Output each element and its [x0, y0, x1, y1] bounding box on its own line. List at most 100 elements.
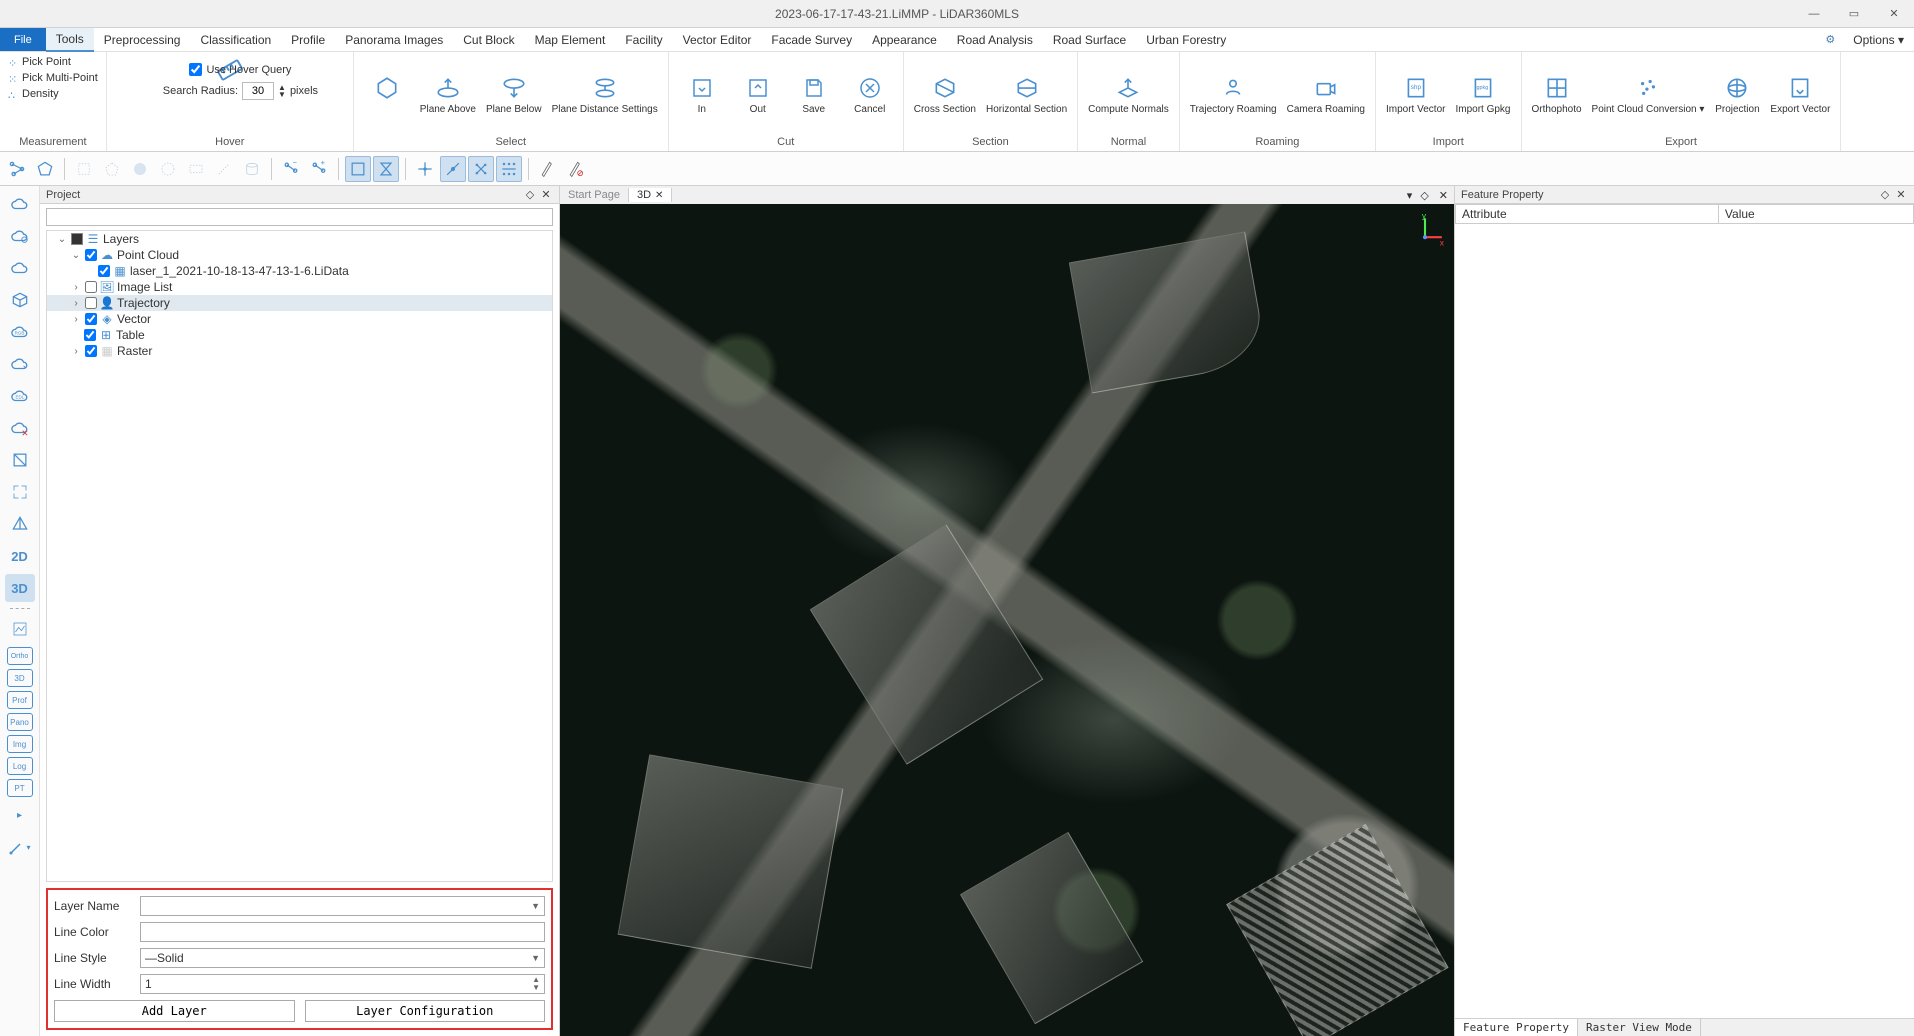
panel-close-icon[interactable]: ✕	[539, 188, 553, 201]
pt-button[interactable]: PT	[7, 779, 33, 797]
search-radius-input[interactable]	[242, 82, 274, 100]
shape-line-icon[interactable]	[211, 156, 237, 182]
orthophoto-button[interactable]: Orthophoto	[1530, 72, 1584, 117]
snap-grid-icon[interactable]	[468, 156, 494, 182]
tree-lidata[interactable]: ▦laser_1_2021-10-18-13-47-13-1-6.LiData	[47, 263, 552, 279]
cube-icon[interactable]	[5, 286, 35, 314]
tab-appearance[interactable]: Appearance	[862, 29, 947, 51]
export-vector-button[interactable]: Export Vector	[1768, 72, 1832, 117]
cloud2-icon[interactable]	[5, 254, 35, 282]
cut-out-button[interactable]: Out	[733, 72, 783, 117]
tool-pick-icon[interactable]	[535, 156, 561, 182]
trajectory-roaming-button[interactable]: Trajectory Roaming	[1188, 72, 1279, 117]
tab-urban-forestry[interactable]: Urban Forestry	[1136, 29, 1236, 51]
pick-multipoint-button[interactable]: ⁙Pick Multi-Point	[8, 71, 98, 85]
tab-vector-editor[interactable]: Vector Editor	[673, 29, 762, 51]
plane-above-button[interactable]: Plane Above	[418, 72, 478, 117]
compute-normals-button[interactable]: Compute Normals	[1086, 72, 1171, 117]
projection-button[interactable]: Projection	[1712, 72, 1762, 117]
tab-feature-property[interactable]: Feature Property	[1455, 1019, 1578, 1036]
pyramid-icon[interactable]	[5, 510, 35, 538]
view-menu-icon[interactable]: ▾	[1403, 189, 1417, 202]
tree-image-list[interactable]: ›🖼Image List	[47, 279, 552, 295]
cloud-edl-icon[interactable]: EDL	[5, 382, 35, 410]
view-float-icon[interactable]: ◇	[1416, 189, 1432, 202]
tool-pick-cancel-icon[interactable]	[563, 156, 589, 182]
snap-multi-icon[interactable]	[496, 156, 522, 182]
cloud-del-icon[interactable]	[5, 414, 35, 442]
plane-distance-button[interactable]: Plane Distance Settings	[550, 72, 660, 117]
tab-facility[interactable]: Facility	[615, 29, 672, 51]
cloud-rgb-icon[interactable]: RGB	[5, 318, 35, 346]
tab-facade-survey[interactable]: Facade Survey	[761, 29, 862, 51]
line-width-input[interactable]: 1▲▼	[140, 974, 545, 994]
probe-icon[interactable]: ▾	[5, 833, 35, 861]
mode-hourglass-icon[interactable]	[373, 156, 399, 182]
tab-preprocessing[interactable]: Preprocessing	[94, 29, 191, 51]
tree-vector[interactable]: ›◈Vector	[47, 311, 552, 327]
tool-node-icon[interactable]	[4, 156, 30, 182]
radius-spinner[interactable]: ▲▼	[278, 84, 286, 98]
2d-button[interactable]: 2D	[5, 542, 35, 570]
hexagon-tool-button[interactable]	[362, 72, 412, 117]
cloud-gear-icon[interactable]	[5, 222, 35, 250]
point-cloud-conversion-button[interactable]: Point Cloud Conversion ▾	[1590, 72, 1707, 117]
tab-3d-view[interactable]: 3D✕	[629, 188, 672, 202]
tab-road-surface[interactable]: Road Surface	[1043, 29, 1136, 51]
cloud1-icon[interactable]	[5, 190, 35, 218]
mode-rect-icon[interactable]	[345, 156, 371, 182]
cloud-hand-icon[interactable]	[5, 350, 35, 378]
panel-float-icon[interactable]: ◇	[523, 188, 537, 201]
tab-map-element[interactable]: Map Element	[525, 29, 616, 51]
img-button[interactable]: Img	[7, 735, 33, 753]
shape-sphere-icon[interactable]	[127, 156, 153, 182]
camera-roaming-button[interactable]: Camera Roaming	[1285, 72, 1367, 117]
tab-road-analysis[interactable]: Road Analysis	[947, 29, 1043, 51]
view-close-icon[interactable]: ✕	[1433, 189, 1454, 202]
prof-button[interactable]: Prof	[7, 691, 33, 709]
plane-below-button[interactable]: Plane Below	[484, 72, 544, 117]
tree-trajectory[interactable]: ›👤Trajectory	[47, 295, 552, 311]
pano-button[interactable]: Pano	[7, 713, 33, 731]
gear-icon[interactable]: ⚙	[1817, 33, 1843, 46]
tab-tools[interactable]: Tools	[46, 28, 94, 52]
tab-profile[interactable]: Profile	[281, 29, 335, 51]
selection-subtract-icon[interactable]: −	[278, 156, 304, 182]
cross-section-button[interactable]: Cross Section	[912, 72, 978, 117]
expand-icon[interactable]	[5, 478, 35, 506]
add-layer-button[interactable]: Add Layer	[54, 1000, 295, 1022]
tab-classification[interactable]: Classification	[190, 29, 281, 51]
options-menu[interactable]: Options ▾	[1843, 33, 1914, 47]
shape-rect-dashed-icon[interactable]	[183, 156, 209, 182]
feat-float-icon[interactable]: ◇	[1878, 188, 1892, 201]
tree-point-cloud[interactable]: ⌄☁Point Cloud	[47, 247, 552, 263]
line-style-select[interactable]: —Solid▼	[140, 948, 545, 968]
tree-raster[interactable]: ›▦Raster	[47, 343, 552, 359]
log-button[interactable]: Log	[7, 757, 33, 775]
layer-name-select[interactable]: ▼	[140, 896, 545, 916]
cut-save-button[interactable]: Save	[789, 72, 839, 117]
tab-start-page[interactable]: Start Page	[560, 188, 629, 202]
box-icon[interactable]	[5, 446, 35, 474]
tool-polygon-icon[interactable]	[32, 156, 58, 182]
shape-cylinder-icon[interactable]	[239, 156, 265, 182]
tree-table[interactable]: ⊞Table	[47, 327, 552, 343]
file-menu[interactable]: File	[0, 28, 46, 51]
cut-cancel-button[interactable]: Cancel	[845, 72, 895, 117]
import-gpkg-button[interactable]: gpkgImport Gpkg	[1453, 72, 1512, 117]
shape-circle-icon[interactable]	[155, 156, 181, 182]
layer-configuration-button[interactable]: Layer Configuration	[305, 1000, 546, 1022]
tab-panorama-images[interactable]: Panorama Images	[335, 29, 453, 51]
horizontal-section-button[interactable]: Horizontal Section	[984, 72, 1069, 117]
density-button[interactable]: ∴Density	[8, 87, 59, 101]
close-icon[interactable]: ✕	[655, 190, 663, 201]
maximize-button[interactable]: ▭	[1834, 0, 1874, 28]
expand-left-icon[interactable]: ▸	[5, 801, 35, 829]
3d-viewport[interactable]: y x	[560, 204, 1454, 1036]
selection-add-icon[interactable]: +	[306, 156, 332, 182]
feat-close-icon[interactable]: ✕	[1894, 188, 1908, 201]
line-color-field[interactable]	[140, 922, 545, 942]
snap-cross-icon[interactable]	[412, 156, 438, 182]
close-button[interactable]: ✕	[1874, 0, 1914, 28]
cut-in-button[interactable]: In	[677, 72, 727, 117]
